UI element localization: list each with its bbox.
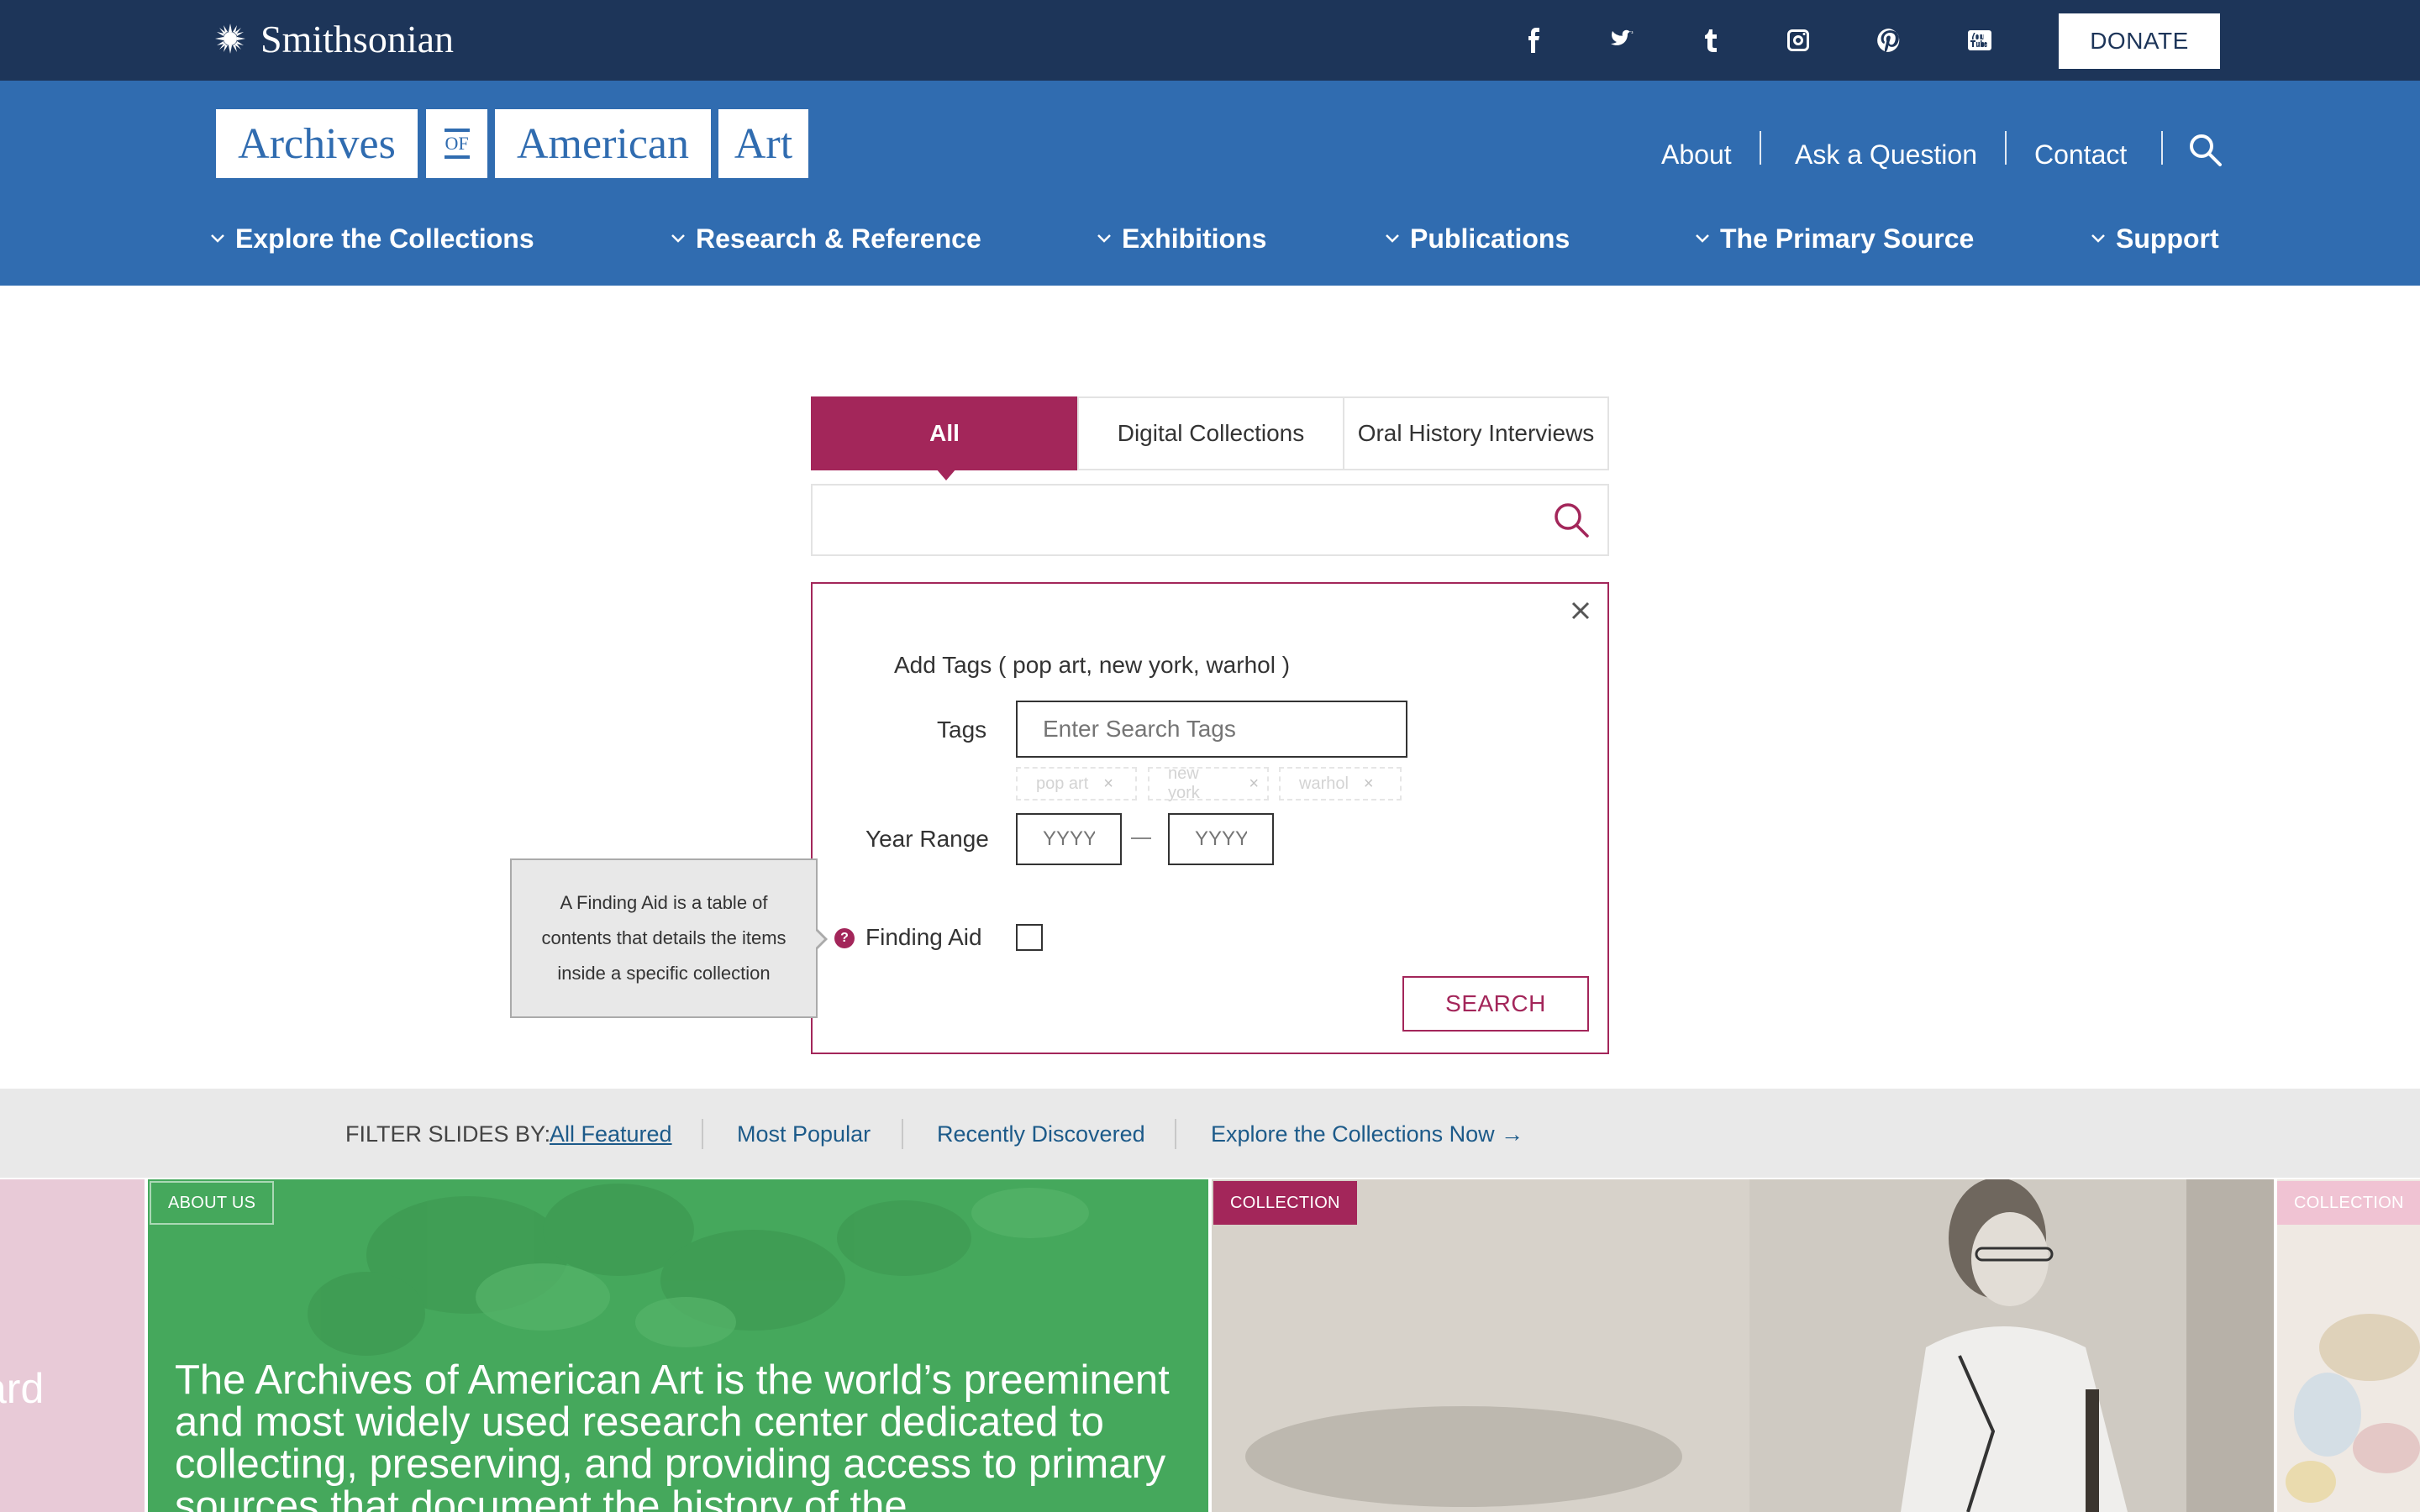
logo-of-text: OF (445, 133, 469, 154)
youtube-icon[interactable] (1960, 20, 2000, 60)
filter-most-popular[interactable]: Most Popular (737, 1116, 871, 1152)
donate-button[interactable]: DONATE (2059, 13, 2220, 69)
tooltip-line: inside a specific collection (557, 963, 771, 984)
nav-publications[interactable]: Publications (1385, 215, 1570, 262)
search-input[interactable] (813, 486, 1535, 553)
nav-exhibitions[interactable]: Exhibitions (1097, 215, 1266, 262)
nav-label: Research & Reference (696, 223, 981, 254)
finding-aid-label: Finding Aid (865, 924, 982, 950)
logo-bar (444, 155, 470, 159)
tag-chip-label: new york (1168, 764, 1200, 802)
tag-chip[interactable]: pop art × (1016, 767, 1137, 801)
tab-digital-collections[interactable]: Digital Collections (1077, 396, 1344, 470)
tag-chip[interactable]: warhol × (1279, 767, 1402, 801)
chevron-down-icon (1696, 234, 1709, 243)
pinterest-icon[interactable] (1869, 20, 1909, 60)
utility-link-contact[interactable]: Contact (2034, 131, 2127, 178)
slide-previous[interactable]: ard (0, 1179, 145, 1512)
chevron-down-icon (2091, 234, 2105, 243)
chevron-down-icon (1097, 234, 1111, 243)
tooltip-arrow (814, 929, 824, 949)
tab-all[interactable]: All (811, 396, 1078, 470)
help-icon[interactable]: ? (834, 928, 855, 948)
tag-chip[interactable]: new york × (1148, 764, 1269, 802)
utility-link-ask[interactable]: Ask a Question (1795, 131, 1977, 178)
filter-divider (702, 1119, 703, 1149)
header-search-icon[interactable] (2186, 131, 2223, 168)
chevron-down-icon (671, 234, 685, 243)
utility-divider (2005, 131, 2007, 165)
search-box (811, 484, 1609, 556)
site-header: Archives OF American Art About Ask a Que… (0, 81, 2420, 286)
nav-support[interactable]: Support (2091, 215, 2219, 262)
tooltip-line: contents that details the items (541, 927, 786, 948)
tab-oral-history[interactable]: Oral History Interviews (1343, 396, 1609, 470)
logo-american[interactable]: American (495, 109, 711, 178)
tags-input[interactable] (1016, 701, 1407, 758)
year-from-input[interactable] (1016, 813, 1122, 865)
nav-primary-source[interactable]: The Primary Source (1695, 215, 1974, 262)
tag-chip-label: pop art (1036, 774, 1089, 793)
slide-collection[interactable] (1212, 1179, 2274, 1512)
collection-photo (1212, 1179, 2274, 1512)
facebook-icon[interactable] (1514, 20, 1555, 60)
year-range-label: Year Range (865, 826, 989, 852)
nav-label: Support (2116, 223, 2219, 254)
explore-collections-link[interactable]: Explore the Collections Now → (1211, 1116, 1523, 1152)
tumblr-icon[interactable] (1691, 20, 1731, 60)
slide-next[interactable] (2277, 1179, 2420, 1512)
slide-about-headline: The Archives of American Art is the worl… (175, 1357, 1170, 1512)
twitter-icon[interactable] (1602, 20, 1642, 60)
filter-label: FILTER SLIDES BY: (345, 1121, 551, 1147)
slide-about-us[interactable]: The Archives of American Art is the worl… (148, 1179, 1208, 1512)
year-range-dash (1131, 837, 1151, 839)
utility-divider (2161, 131, 2163, 165)
active-tab-pointer (936, 469, 956, 480)
filter-divider (1175, 1119, 1176, 1149)
slide-previous-text: ard (0, 1365, 45, 1412)
nav-label: Exhibitions (1122, 223, 1267, 254)
instagram-icon[interactable] (1778, 20, 1818, 60)
smithsonian-wordmark: Smithsonian (260, 17, 455, 60)
filter-recently-discovered[interactable]: Recently Discovered (937, 1116, 1145, 1152)
filter-all-featured[interactable]: All Featured (550, 1116, 672, 1152)
logo-art[interactable]: Art (718, 109, 808, 178)
nav-research[interactable]: Research & Reference (671, 215, 981, 262)
advanced-search-button[interactable]: SEARCH (1402, 976, 1589, 1032)
tooltip-line: A Finding Aid is a table of (560, 892, 768, 913)
year-to-input[interactable] (1168, 813, 1274, 865)
chevron-down-icon (1386, 234, 1399, 243)
smithsonian-logo[interactable]: Smithsonian (215, 15, 454, 62)
nav-explore[interactable]: Explore the Collections (210, 215, 534, 262)
nav-label: Explore the Collections (235, 223, 534, 254)
finding-aid-checkbox[interactable] (1016, 924, 1043, 951)
filter-divider (902, 1119, 903, 1149)
add-tags-heading: Add Tags ( pop art, new york, warhol ) (894, 652, 1291, 678)
finding-aid-tooltip: A Finding Aid is a table of contents tha… (510, 858, 818, 1018)
collection-badge: COLLECTION (2277, 1181, 2420, 1225)
remove-tag-icon[interactable]: × (1364, 774, 1374, 794)
nav-label: Publications (1410, 223, 1570, 254)
utility-divider (1760, 131, 1761, 165)
smithsonian-sun-icon (215, 24, 245, 54)
chevron-down-icon (211, 234, 224, 243)
logo-bar (444, 129, 470, 132)
collection-badge: COLLECTION (1213, 1181, 1357, 1225)
remove-tag-icon[interactable]: × (1103, 774, 1113, 794)
tags-label: Tags (937, 717, 987, 743)
about-us-badge: ABOUT US (150, 1181, 275, 1225)
tag-chip-label: warhol (1299, 774, 1349, 793)
smithsonian-bar: Smithsonian DONATE (0, 0, 2420, 81)
slide-next-art (2277, 1179, 2420, 1512)
remove-tag-icon[interactable]: × (1249, 774, 1259, 794)
logo-of[interactable]: OF (426, 109, 487, 178)
nav-label: The Primary Source (1720, 223, 1975, 254)
utility-link-about[interactable]: About (1661, 131, 1732, 178)
close-icon[interactable] (1568, 598, 1593, 623)
search-icon[interactable] (1552, 501, 1591, 539)
logo-archives[interactable]: Archives (216, 109, 418, 178)
